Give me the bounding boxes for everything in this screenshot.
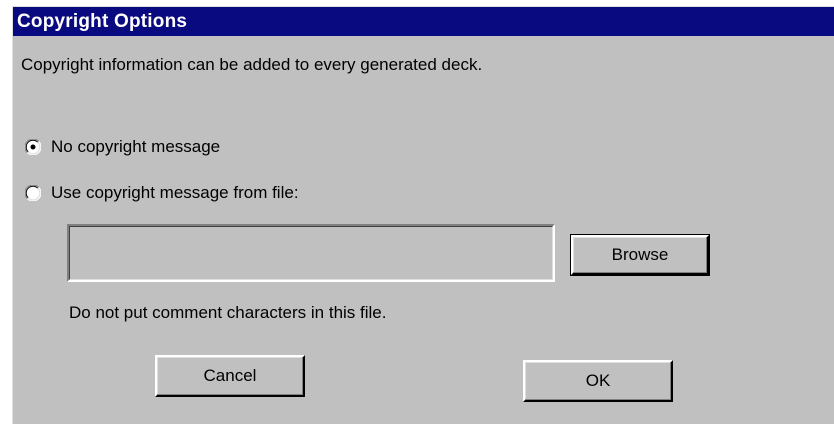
ok-button[interactable]: OK — [523, 360, 673, 402]
radio-no-copyright-label[interactable]: No copyright message — [51, 137, 220, 157]
radio-unselected-icon[interactable] — [25, 185, 41, 201]
radio-selected-icon[interactable] — [25, 139, 41, 155]
copyright-file-path-input[interactable] — [67, 224, 555, 282]
window-title: Copyright Options — [17, 11, 188, 32]
radio-no-copyright[interactable]: No copyright message — [25, 137, 220, 157]
radio-copyright-from-file-label[interactable]: Use copyright message from file: — [51, 183, 299, 203]
title-bar: Copyright Options — [13, 7, 834, 36]
browse-button[interactable]: Browse — [570, 234, 710, 276]
cancel-button[interactable]: Cancel — [155, 355, 305, 397]
info-text: Copyright information can be added to ev… — [21, 55, 483, 74]
radio-copyright-from-file[interactable]: Use copyright message from file: — [25, 183, 299, 203]
copyright-options-dialog: Copyright Options Copyright information … — [12, 6, 834, 424]
file-note-text: Do not put comment characters in this fi… — [69, 303, 387, 322]
